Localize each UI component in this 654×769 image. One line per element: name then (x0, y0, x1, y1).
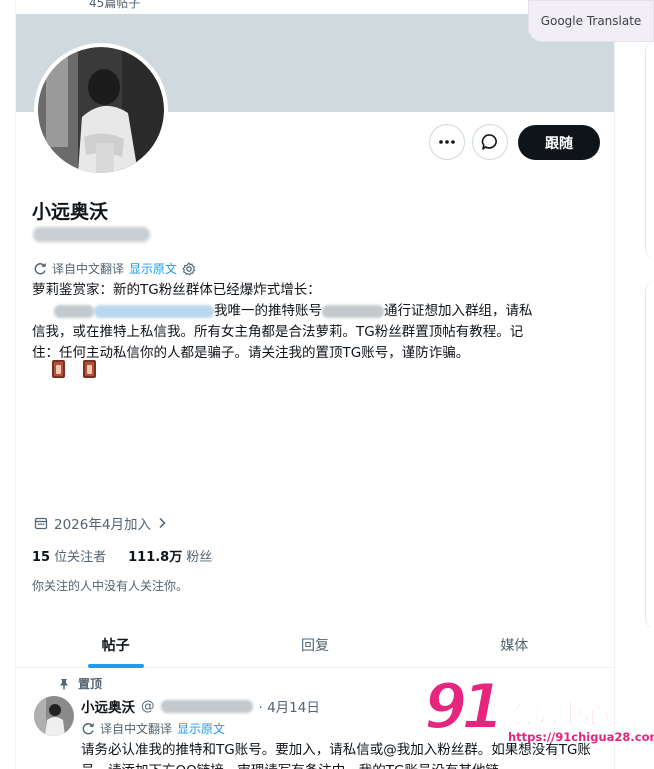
more-options-button[interactable] (429, 124, 465, 160)
right-sidebar-edge (615, 0, 654, 769)
message-button[interactable] (472, 124, 508, 160)
pinned-label: 置顶 (78, 677, 103, 691)
tweet-author-name[interactable]: 小远奥沃 (81, 696, 135, 716)
following-link[interactable]: 15 位关注者 (32, 546, 106, 565)
join-date-text: 2026年4月加入 (54, 517, 151, 533)
tweet-translation-bar: 译自中文翻译 显示原文 (81, 720, 225, 737)
mutual-followers-note: 你关注的人中没有人关注你。 (32, 579, 189, 593)
gear-icon[interactable] (182, 261, 196, 276)
pin-icon (60, 678, 68, 689)
follow-button[interactable]: 跟随 (518, 125, 600, 160)
tweet-handle-prefix: @ (141, 698, 155, 714)
bio-emoji-row (52, 360, 96, 378)
tab-replies[interactable]: 回复 (215, 622, 414, 667)
chevron-right-icon (159, 517, 166, 529)
tweet-handle-redacted (160, 699, 253, 713)
translate-icon (82, 722, 95, 734)
message-icon (481, 134, 497, 150)
avatar-photo (38, 47, 164, 173)
pinned-indicator: 置顶 (58, 675, 102, 692)
follow-stats: 15 位关注者 111.8万 粉丝 (32, 546, 212, 565)
more-icon (439, 140, 455, 144)
following-count: 15 (32, 550, 51, 565)
profile-avatar[interactable] (34, 43, 168, 177)
followers-count: 111.8万 (128, 550, 183, 565)
tweet-translated-from: 译自中文翻译 (100, 722, 173, 736)
bio-line-2-end: 通行证想加入群组，请私 (384, 303, 533, 319)
show-original-link[interactable]: 显示原文 (129, 260, 177, 277)
tweet-show-original-link[interactable]: 显示原文 (177, 720, 225, 737)
tab-media[interactable]: 媒体 (415, 622, 614, 667)
bio-line-3: 信我，或在推特上私信我。所有女主角都是合法萝莉。TG粉丝群置顶帖有教程。记 (32, 324, 524, 340)
google-translate-popup[interactable]: Google Translate (528, 0, 654, 42)
profile-name: 小远奥沃 (32, 201, 109, 223)
bio-line-2-text: 我唯一的推特账号 (214, 303, 322, 319)
followers-link[interactable]: 111.8万 粉丝 (128, 546, 212, 565)
tweet-header: 小远奥沃 @ · 4月14日 (81, 696, 320, 716)
door-emoji-icon (52, 360, 65, 378)
followers-label: 粉丝 (186, 550, 213, 565)
profile-column: 45篇帖子 跟随 小远奥沃 译自中文翻译 显示原文 萝莉鉴赏家：新的TG粉丝群体… (15, 0, 616, 769)
tweet-author-avatar[interactable] (34, 696, 74, 736)
calendar-icon (34, 517, 48, 530)
redacted-link[interactable] (94, 304, 214, 318)
bio-line-2: 我唯一的推特账号 通行证想加入群组，请私 (32, 301, 587, 322)
sidebar-card (645, 280, 654, 630)
watermark-logo: 91 吃瓜中心 https://91chigua28.com/ (423, 669, 654, 756)
watermark-text: 吃瓜中心 (505, 700, 611, 731)
watermark-number: 91 (423, 669, 505, 744)
translated-from-label: 译自中文翻译 (52, 262, 125, 276)
redacted-link-prefix (54, 304, 94, 318)
redacted-handle (322, 304, 384, 318)
post-count: 45篇帖子 (89, 0, 141, 10)
tweet-date[interactable]: · 4月14日 (259, 696, 320, 716)
avatar-photo (34, 696, 74, 736)
profile-tabs: 帖子 回复 媒体 (16, 622, 614, 668)
following-label: 位关注者 (54, 550, 107, 565)
bio-line-1: 萝莉鉴赏家：新的TG粉丝群体已经爆炸式增长： (32, 282, 321, 298)
profile-handle-redacted (33, 227, 150, 242)
sidebar-card (645, 40, 654, 260)
top-bar: 45篇帖子 (16, 0, 616, 14)
door-emoji-icon (83, 360, 96, 378)
tab-posts[interactable]: 帖子 (16, 622, 215, 667)
profile-bio: 萝莉鉴赏家：新的TG粉丝群体已经爆炸式增长： 我唯一的推特账号 通行证想加入群组，… (32, 280, 587, 364)
join-date[interactable]: 2026年4月加入 (34, 513, 167, 533)
translate-icon (34, 262, 47, 274)
bio-translation-bar: 译自中文翻译 显示原文 (33, 260, 196, 277)
watermark-url: https://91chigua28.com/ (508, 730, 654, 744)
bio-line-4: 住：任何主动私信你的人都是骗子。请关注我的置顶TG账号，谨防诈骗。 (32, 345, 470, 361)
